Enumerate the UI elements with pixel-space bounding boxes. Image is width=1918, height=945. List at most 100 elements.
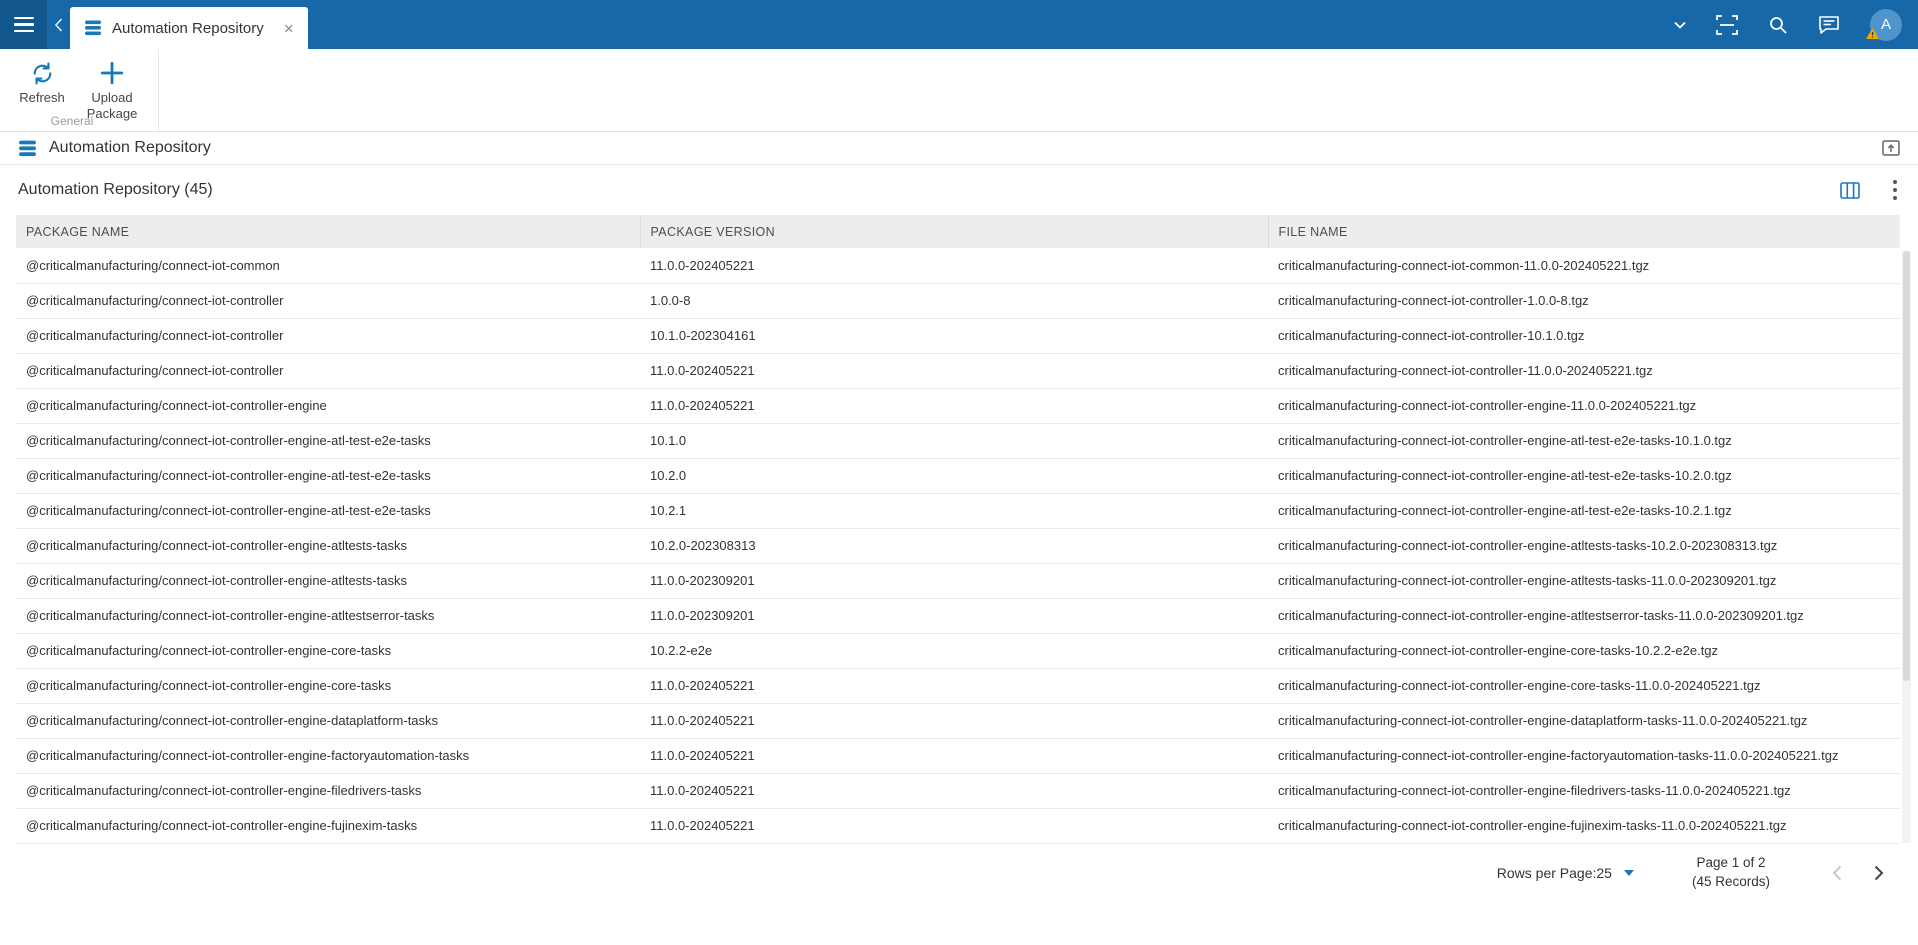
- search-button[interactable]: [1768, 15, 1788, 35]
- refresh-button[interactable]: Refresh: [10, 58, 74, 106]
- topbar: Automation Repository × A: [0, 0, 1918, 49]
- cell-package-name: @criticalmanufacturing/connect-iot-contr…: [16, 738, 640, 773]
- upload-package-button[interactable]: Upload Package: [80, 58, 144, 121]
- page-info: Page 1 of 2 (45 Records): [1692, 854, 1770, 892]
- rows-per-page-label: Rows per Page:25: [1497, 865, 1612, 881]
- scan-button[interactable]: [1716, 15, 1738, 35]
- ribbon-toolbar: Refresh Upload Package General: [0, 49, 1918, 132]
- column-settings-button[interactable]: [1840, 182, 1860, 199]
- table-row[interactable]: @criticalmanufacturing/connect-iot-contr…: [16, 598, 1900, 633]
- table-row[interactable]: @criticalmanufacturing/connect-iot-contr…: [16, 388, 1900, 423]
- table-row[interactable]: @criticalmanufacturing/connect-iot-contr…: [16, 458, 1900, 493]
- maximize-panel-icon: [1882, 140, 1900, 156]
- cell-file-name: criticalmanufacturing-connect-iot-common…: [1268, 248, 1900, 283]
- cell-package-name: @criticalmanufacturing/connect-iot-contr…: [16, 353, 640, 388]
- cell-package-version: 11.0.0-202405221: [640, 703, 1268, 738]
- stack-icon: [18, 140, 37, 157]
- cell-package-version: 11.0.0-202405221: [640, 738, 1268, 773]
- cell-package-name: @criticalmanufacturing/connect-iot-contr…: [16, 318, 640, 353]
- cell-package-version: 10.2.2-e2e: [640, 633, 1268, 668]
- table-row[interactable]: @criticalmanufacturing/connect-iot-contr…: [16, 773, 1900, 808]
- table-row[interactable]: @criticalmanufacturing/connect-iot-contr…: [16, 668, 1900, 703]
- cell-package-name: @criticalmanufacturing/connect-iot-contr…: [16, 388, 640, 423]
- cell-package-name: @criticalmanufacturing/connect-iot-contr…: [16, 808, 640, 843]
- hamburger-icon: [14, 17, 34, 33]
- cell-file-name: criticalmanufacturing-connect-iot-contro…: [1268, 493, 1900, 528]
- rows-per-page-dropdown[interactable]: Rows per Page:25: [1497, 865, 1634, 881]
- tab-scroll-left-button[interactable]: [47, 18, 70, 32]
- cell-package-version: 11.0.0-202405221: [640, 353, 1268, 388]
- tab-overflow-dropdown[interactable]: [1674, 21, 1686, 29]
- cell-package-name: @criticalmanufacturing/connect-iot-contr…: [16, 633, 640, 668]
- table-header-row: PACKAGE NAME PACKAGE VERSION FILE NAME: [16, 215, 1900, 248]
- page-header: Automation Repository: [0, 132, 1918, 165]
- cell-package-version: 10.2.0: [640, 458, 1268, 493]
- stack-icon: [84, 20, 102, 36]
- main-menu-button[interactable]: [0, 0, 47, 49]
- cell-package-version: 1.0.0-8: [640, 283, 1268, 318]
- table-row[interactable]: @criticalmanufacturing/connect-iot-commo…: [16, 248, 1900, 283]
- table-row[interactable]: @criticalmanufacturing/connect-iot-contr…: [16, 423, 1900, 458]
- column-header-file-name[interactable]: FILE NAME: [1268, 215, 1900, 248]
- cell-package-name: @criticalmanufacturing/connect-iot-contr…: [16, 668, 640, 703]
- scan-icon: [1716, 15, 1738, 35]
- cell-package-name: @criticalmanufacturing/connect-iot-contr…: [16, 283, 640, 318]
- table-body: @criticalmanufacturing/connect-iot-commo…: [16, 248, 1900, 843]
- topbar-actions: A: [1674, 0, 1918, 49]
- maximize-panel-button[interactable]: [1882, 140, 1900, 156]
- cell-file-name: criticalmanufacturing-connect-iot-contro…: [1268, 563, 1900, 598]
- plus-icon: [99, 60, 125, 86]
- cell-package-version: 10.2.0-202308313: [640, 528, 1268, 563]
- automation-repository-page: { "colors": { "topbar": "#1768a9", "topb…: [0, 0, 1918, 945]
- kebab-menu-icon: [1892, 179, 1898, 201]
- tab-automation-repository[interactable]: Automation Repository ×: [70, 7, 308, 49]
- table-row[interactable]: @criticalmanufacturing/connect-iot-contr…: [16, 318, 1900, 353]
- ribbon-group-label: General: [0, 114, 144, 128]
- table-row[interactable]: @criticalmanufacturing/connect-iot-contr…: [16, 808, 1900, 843]
- previous-page-button[interactable]: [1832, 865, 1842, 881]
- scrollbar-thumb[interactable]: [1903, 251, 1910, 681]
- cell-package-name: @criticalmanufacturing/connect-iot-contr…: [16, 493, 640, 528]
- table-row[interactable]: @criticalmanufacturing/connect-iot-contr…: [16, 353, 1900, 388]
- grid-actions: [1840, 179, 1898, 201]
- packages-table: PACKAGE NAME PACKAGE VERSION FILE NAME @…: [16, 215, 1900, 844]
- cell-package-name: @criticalmanufacturing/connect-iot-contr…: [16, 423, 640, 458]
- chevron-right-icon: [1874, 865, 1884, 881]
- cell-file-name: criticalmanufacturing-connect-iot-contro…: [1268, 633, 1900, 668]
- cell-file-name: criticalmanufacturing-connect-iot-contro…: [1268, 283, 1900, 318]
- vertical-scrollbar[interactable]: [1902, 251, 1911, 843]
- section-title: Automation Repository (45): [18, 181, 213, 199]
- cell-package-version: 11.0.0-202405221: [640, 388, 1268, 423]
- next-page-button[interactable]: [1874, 865, 1884, 881]
- cell-file-name: criticalmanufacturing-connect-iot-contro…: [1268, 458, 1900, 493]
- cell-package-name: @criticalmanufacturing/connect-iot-contr…: [16, 703, 640, 738]
- cell-file-name: criticalmanufacturing-connect-iot-contro…: [1268, 773, 1900, 808]
- table-row[interactable]: @criticalmanufacturing/connect-iot-contr…: [16, 563, 1900, 598]
- chevron-down-icon: [1674, 21, 1686, 29]
- cell-file-name: criticalmanufacturing-connect-iot-contro…: [1268, 598, 1900, 633]
- cell-package-version: 10.2.1: [640, 493, 1268, 528]
- records-count-text: (45 Records): [1692, 873, 1770, 892]
- cell-package-version: 10.1.0-202304161: [640, 318, 1268, 353]
- columns-icon: [1840, 182, 1860, 199]
- warning-badge-icon: [1866, 26, 1879, 43]
- feedback-button[interactable]: [1818, 15, 1840, 35]
- table-row[interactable]: @criticalmanufacturing/connect-iot-contr…: [16, 528, 1900, 563]
- tab-label: Automation Repository: [112, 20, 264, 37]
- cell-package-name: @criticalmanufacturing/connect-iot-contr…: [16, 563, 640, 598]
- table-row[interactable]: @criticalmanufacturing/connect-iot-contr…: [16, 703, 1900, 738]
- more-options-button[interactable]: [1892, 179, 1898, 201]
- ribbon-group-general: Refresh Upload Package General: [0, 49, 159, 131]
- cell-package-name: @criticalmanufacturing/connect-iot-contr…: [16, 598, 640, 633]
- cell-file-name: criticalmanufacturing-connect-iot-contro…: [1268, 668, 1900, 703]
- table-container: PACKAGE NAME PACKAGE VERSION FILE NAME @…: [16, 215, 1910, 844]
- table-row[interactable]: @criticalmanufacturing/connect-iot-contr…: [16, 493, 1900, 528]
- table-row[interactable]: @criticalmanufacturing/connect-iot-contr…: [16, 283, 1900, 318]
- table-row[interactable]: @criticalmanufacturing/connect-iot-contr…: [16, 738, 1900, 773]
- table-row[interactable]: @criticalmanufacturing/connect-iot-contr…: [16, 633, 1900, 668]
- cell-package-name: @criticalmanufacturing/connect-iot-contr…: [16, 458, 640, 493]
- tab-close-icon[interactable]: ×: [284, 20, 294, 37]
- column-header-package-version[interactable]: PACKAGE VERSION: [640, 215, 1268, 248]
- column-header-package-name[interactable]: PACKAGE NAME: [16, 215, 640, 248]
- user-avatar[interactable]: A: [1870, 9, 1902, 41]
